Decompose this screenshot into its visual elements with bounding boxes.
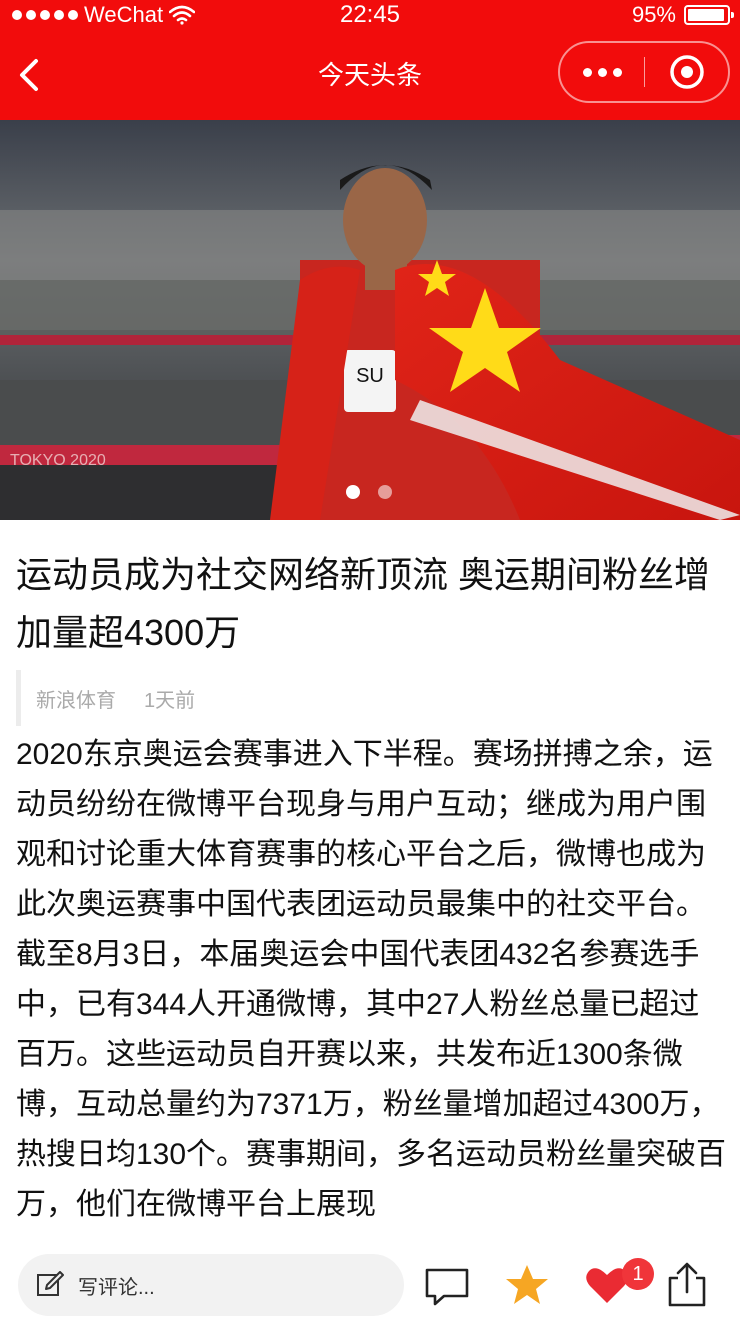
- star-icon[interactable]: [504, 1262, 550, 1308]
- status-bar: WeChat 22:45 95%: [0, 0, 740, 30]
- carousel-dot-1[interactable]: [346, 485, 360, 499]
- bib-text: SU: [356, 365, 384, 387]
- svg-text:TOKYO 2020: TOKYO 2020: [10, 452, 106, 469]
- hero-image[interactable]: SU TOKYO 2020: [0, 120, 740, 520]
- mini-program-capsule: [558, 41, 730, 103]
- comment-icon[interactable]: [424, 1262, 470, 1308]
- more-dots-icon[interactable]: [560, 43, 644, 101]
- article-body: 2020东京奥运会赛事进入下半程。赛场拼搏之余，运动员纷纷在微博平台现身与用户互…: [16, 738, 727, 1221]
- status-time: 22:45: [339, 1, 401, 28]
- edit-icon: [37, 1271, 64, 1296]
- close-target-icon: [669, 55, 704, 89]
- nav-bar: 今天头条: [0, 30, 740, 120]
- battery-info: 95%: [631, 0, 734, 30]
- article-time: 1天前: [144, 689, 196, 712]
- article-meta: 新浪体育 1天前: [16, 670, 195, 726]
- battery-percent: 95%: [631, 2, 676, 27]
- like-count-badge: 1: [622, 1258, 654, 1290]
- comment-placeholder: 写评论...: [78, 1276, 155, 1299]
- comment-input[interactable]: 写评论...: [18, 1254, 404, 1316]
- battery-icon: [684, 5, 734, 25]
- article-headline: 运动员成为社交网络新顶流 奥运期间粉丝增加量超4300万: [16, 554, 711, 653]
- close-button[interactable]: [645, 43, 728, 101]
- carousel-indicator: [346, 485, 392, 499]
- athlete-photo: SU TOKYO 2020: [0, 120, 740, 520]
- article-source[interactable]: 新浪体育: [36, 684, 116, 713]
- share-icon[interactable]: [664, 1262, 710, 1308]
- carousel-dot-2[interactable]: [378, 485, 392, 499]
